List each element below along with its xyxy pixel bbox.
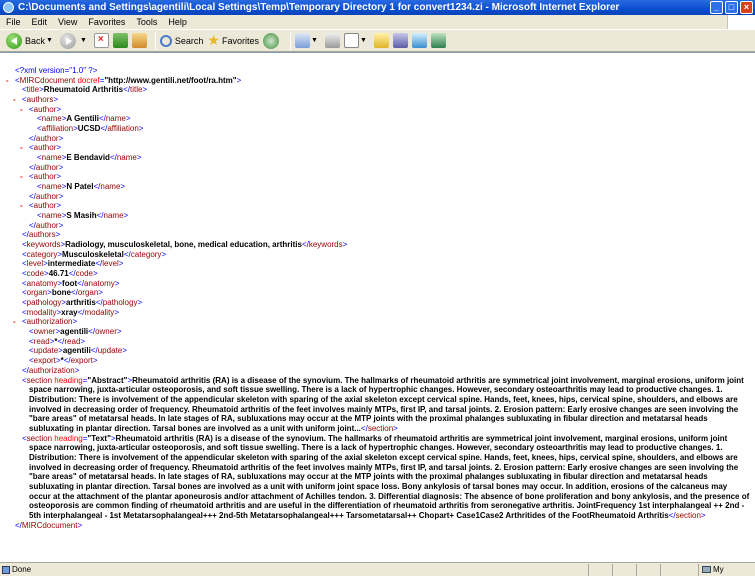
xml-author-name: <name>A Gentili</name>	[37, 114, 131, 124]
maximize-button[interactable]: □	[725, 1, 738, 14]
back-arrow-icon	[6, 32, 22, 49]
xml-author-close: </author>	[29, 220, 64, 230]
xml-modality: <modality>xray</modality>	[22, 307, 119, 317]
toolbar: Back ▼ ▼ × Search ★ Favorites ▼ ▼	[0, 29, 755, 52]
messenger-icon[interactable]	[411, 33, 427, 48]
xml-author-open: - <author>	[20, 201, 62, 211]
xml-export: <export>*</export>	[29, 356, 98, 366]
title-bar: C:\Documents and Settings\agentili\Local…	[0, 0, 755, 15]
extra-tool-icon[interactable]	[430, 33, 446, 48]
xml-author-close: </author>	[29, 133, 64, 143]
windows-logo-icon	[727, 15, 755, 29]
xml-declaration: <?xml version="1.0" ?>	[15, 66, 98, 75]
stop-icon[interactable]: ×	[93, 33, 109, 48]
computer-icon	[702, 566, 711, 573]
xml-tree: <?xml version="1.0" ?> - <MIRCdocument d…	[0, 66, 755, 530]
xml-root-open: - <MIRCdocument docref="http://www.genti…	[6, 75, 242, 86]
xml-pathology: <pathology>arthritis</pathology>	[22, 298, 143, 308]
xml-authorization-close: </authorization>	[22, 365, 80, 375]
menu-view[interactable]: View	[58, 17, 77, 27]
search-icon	[159, 34, 172, 47]
xml-read: <read>*</read>	[29, 336, 86, 346]
xml-author-name: <name>E Bendavid</name>	[37, 153, 142, 163]
xml-author-name: <name>N Patel</name>	[37, 182, 126, 192]
xml-section-text: <section heading="Text">Rheumatoid arthr…	[22, 433, 750, 520]
back-button[interactable]: Back ▼	[6, 31, 56, 50]
close-button[interactable]: ×	[740, 1, 753, 14]
history-icon[interactable]	[263, 32, 279, 49]
ie-logo-icon	[3, 2, 14, 13]
xml-section-abstract: <section heading="Abstract">Rheumatoid a…	[22, 375, 744, 433]
status-bar: Done My Computer	[0, 562, 755, 576]
xml-author-open: - <author>	[20, 143, 62, 153]
menu-file[interactable]: File	[6, 17, 21, 27]
window-title: C:\Documents and Settings\agentili\Local…	[18, 2, 620, 13]
collapse-toggle[interactable]: -	[20, 172, 23, 182]
menu-tools[interactable]: Tools	[136, 17, 157, 27]
menu-favorites[interactable]: Favorites	[88, 17, 125, 27]
star-icon: ★	[207, 32, 220, 48]
xml-author-affiliation: <affiliation>UCSD</affiliation>	[37, 124, 144, 134]
back-dropdown-icon[interactable]: ▼	[46, 37, 53, 44]
collapse-toggle[interactable]: -	[20, 105, 23, 115]
page-icon	[2, 566, 10, 574]
xml-authorization-open: - <authorization>	[13, 317, 78, 327]
xml-level: <level>intermediate</level>	[22, 259, 124, 269]
xml-update: <update>agentili</update>	[29, 346, 127, 356]
mail-icon[interactable]	[295, 33, 310, 48]
xml-author-open: - <author>	[20, 172, 62, 182]
xml-organ: <organ>bone</organ>	[22, 288, 103, 298]
collapse-toggle[interactable]: -	[20, 201, 23, 211]
document-view[interactable]: <?xml version="1.0" ?> - <MIRCdocument d…	[0, 52, 755, 562]
forward-dropdown-icon[interactable]: ▼	[80, 37, 87, 44]
research-icon[interactable]	[392, 33, 408, 48]
home-icon[interactable]	[131, 33, 147, 48]
collapse-toggle[interactable]: -	[20, 143, 23, 153]
back-label: Back	[25, 35, 46, 46]
xml-anatomy: <anatomy>foot</anatomy>	[22, 278, 120, 288]
search-button[interactable]: Search	[159, 31, 204, 50]
xml-category: <category>Musculoskeletal</category>	[22, 249, 167, 259]
favorites-label: Favorites	[221, 35, 259, 46]
xml-authors-open: - <authors>	[13, 95, 59, 105]
refresh-icon[interactable]	[112, 33, 128, 48]
collapse-toggle[interactable]: -	[6, 76, 9, 86]
xml-author-close: </author>	[29, 191, 64, 201]
favorites-button[interactable]: ★ Favorites	[207, 31, 259, 50]
search-label: Search	[174, 35, 204, 46]
minimize-button[interactable]: _	[710, 1, 723, 14]
xml-keywords: <keywords>Radiology, musculoskeletal, bo…	[22, 240, 348, 250]
print-icon[interactable]	[324, 33, 340, 48]
forward-arrow-icon	[59, 32, 76, 49]
xml-author-close: </author>	[29, 162, 64, 172]
xml-authors-close: </authors>	[22, 230, 61, 240]
xml-root-close: </MIRCdocument>	[15, 520, 83, 530]
xml-code: <code>46.71</code>	[22, 269, 98, 279]
menu-bar: File Edit View Favorites Tools Help	[0, 15, 755, 29]
folder-icon[interactable]	[373, 33, 389, 48]
collapse-toggle[interactable]: -	[13, 317, 16, 327]
zone-text: My Computer	[713, 565, 724, 574]
menu-edit[interactable]: Edit	[32, 17, 48, 27]
menu-help[interactable]: Help	[168, 17, 187, 27]
edit-dropdown-icon[interactable]: ▼	[360, 37, 367, 44]
xml-title: <title>Rheumatoid Arthritis</title>	[22, 85, 148, 95]
mail-dropdown-icon[interactable]: ▼	[311, 37, 318, 44]
xml-author-open: - <author>	[20, 104, 62, 115]
collapse-toggle[interactable]: -	[13, 95, 16, 105]
xml-author-name: <name>S Masih</name>	[37, 211, 129, 221]
forward-button[interactable]: ▼	[59, 31, 90, 50]
xml-owner: <owner>agentili</owner>	[29, 327, 122, 337]
edit-icon[interactable]	[343, 33, 359, 48]
status-text: Done	[12, 565, 32, 574]
